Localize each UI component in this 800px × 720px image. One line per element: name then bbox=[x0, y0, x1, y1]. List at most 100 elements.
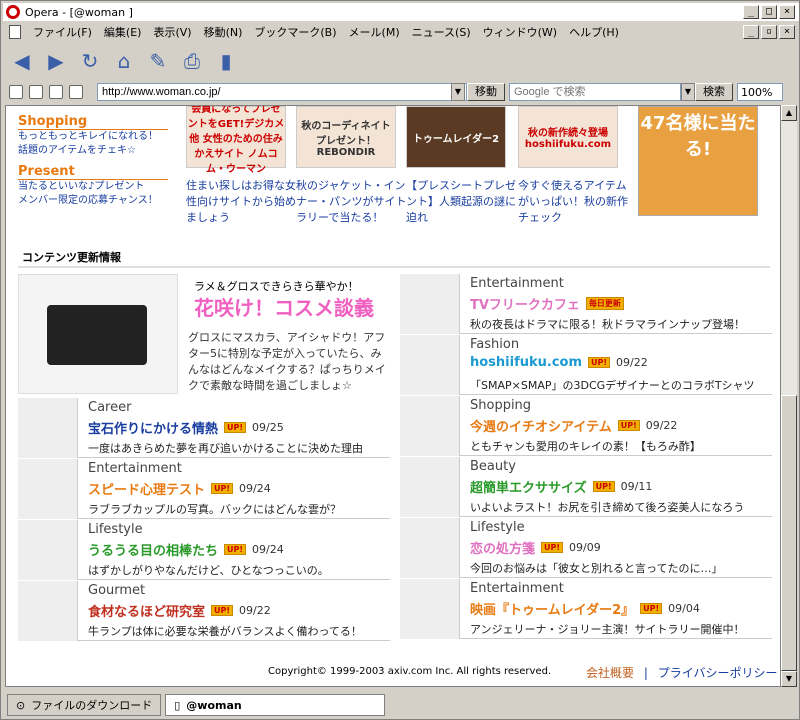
menu-edit[interactable]: 編集(E) bbox=[98, 24, 148, 40]
print-icon[interactable]: ⎙ bbox=[179, 48, 205, 74]
item-title[interactable]: TVフリークカフェ bbox=[470, 294, 580, 313]
wand-icon[interactable] bbox=[29, 85, 43, 99]
item-thumbnail[interactable] bbox=[400, 579, 460, 639]
item-title[interactable]: 食材なるほど研究室 bbox=[88, 601, 205, 620]
feature-cosme[interactable]: ラメ＆グロスできらきら華やか！ 花咲け！コスメ談義 グロスにマスカラ、アイシャド… bbox=[18, 274, 390, 394]
scroll-up-icon[interactable]: ▲ bbox=[781, 105, 797, 121]
item-description[interactable]: 今回のお悩みは「彼女と別れると言ってたのに…」 bbox=[470, 560, 722, 576]
item-description[interactable]: はずかしがりやなんだけど、ひとなつっこいの。 bbox=[88, 562, 329, 578]
back-icon[interactable]: ◀ bbox=[9, 48, 35, 74]
item-title[interactable]: 超簡単エクササイズ bbox=[470, 477, 587, 496]
item-thumbnail[interactable] bbox=[400, 335, 460, 395]
menu-news[interactable]: ニュース(S) bbox=[406, 24, 477, 40]
menu-bookmarks[interactable]: ブックマーク(B) bbox=[248, 24, 342, 40]
item-thumbnail[interactable] bbox=[18, 581, 78, 641]
maximize-button[interactable]: □ bbox=[761, 5, 777, 19]
item-thumbnail[interactable] bbox=[400, 274, 460, 334]
item-description[interactable]: ともチャンも愛用のキレイの素！【もろみ酢】 bbox=[470, 438, 701, 454]
item-title[interactable]: 恋の処方箋 bbox=[470, 538, 535, 557]
big-present-banner[interactable]: 47名様に当たる! bbox=[638, 106, 758, 216]
cosmetics-image[interactable] bbox=[18, 274, 178, 394]
info-icon[interactable] bbox=[69, 85, 83, 99]
item-thumbnail[interactable] bbox=[400, 457, 460, 517]
content-item[interactable]: Career 宝石作りにかける情熱 UP! 09/25 一度はあきらめた夢を再び追いかけ… bbox=[18, 398, 390, 458]
banner-caption-2[interactable]: 秋のジャケット・インナー・パンツがサイトラリーで当たる！ bbox=[296, 178, 408, 226]
home-icon[interactable]: ⌂ bbox=[111, 48, 137, 74]
content-item[interactable]: Entertainment TVフリークカフェ 毎日更新 秋の夜長はドラマに限る！秋ド… bbox=[400, 274, 772, 334]
item-title[interactable]: hoshiifuku.com bbox=[470, 355, 582, 370]
company-link[interactable]: 会社概要 bbox=[586, 666, 634, 680]
item-thumbnail[interactable] bbox=[400, 396, 460, 456]
shopping-line-1[interactable]: もっともっとキレイになれる！ bbox=[18, 130, 188, 144]
item-description[interactable]: アンジェリーナ・ジョリー主演！サイトラリー開催中！ bbox=[470, 621, 745, 637]
hotlist-icon[interactable]: ✎ bbox=[145, 48, 171, 74]
search-button[interactable]: 検索 bbox=[695, 83, 733, 101]
menu-mail[interactable]: メール(M) bbox=[343, 24, 406, 40]
banner-caption-4[interactable]: 今すぐ使えるアイテムがいっぱい！秋の新作チェック bbox=[518, 178, 630, 226]
content-item[interactable]: Lifestyle 恋の処方箋 UP! 09/09 今回のお悩みは「彼女と別れると言って… bbox=[400, 518, 772, 578]
banner-rebondir[interactable]: 秋のコーディネイトプレゼント！ REBONDIR bbox=[296, 106, 396, 168]
content-item[interactable]: Fashion hoshiifuku.com UP! 09/22 「SMAP×SMAP」… bbox=[400, 335, 772, 395]
content-item[interactable]: Entertainment スピード心理テスト UP! 09/24 ラブラブカップルの写… bbox=[18, 459, 390, 519]
item-description[interactable]: いよいよラスト！お尻を引き締めて後ろ姿美人になろう bbox=[470, 499, 744, 515]
banner-caption-1[interactable]: 住まい探しはお得な女性向けサイトから始めましょう bbox=[186, 178, 298, 226]
doc-close-button[interactable]: × bbox=[779, 25, 795, 39]
present-line-2[interactable]: メンバー限定の応募チャンス！ bbox=[18, 194, 188, 208]
item-thumbnail[interactable] bbox=[18, 459, 78, 519]
banner-caption-3[interactable]: 【プレスシートプレゼント】人類起源の謎に迫れ bbox=[406, 178, 518, 226]
content-item[interactable]: Shopping 今週のイチオシアイテム UP! 09/22 ともチャンも愛用のキレイの… bbox=[400, 396, 772, 456]
shopping-line-2[interactable]: 話題のアイテムをチェキ☆ bbox=[18, 144, 188, 158]
item-description[interactable]: 「SMAP×SMAP」の3DCGデザイナーとのコラボTシャツ bbox=[470, 377, 755, 393]
feature-title[interactable]: 花咲け！コスメ談義 bbox=[194, 292, 374, 321]
lock-icon[interactable] bbox=[9, 85, 23, 99]
menu-navigate[interactable]: 移動(N) bbox=[198, 24, 249, 40]
page-tab[interactable]: ▯ @woman bbox=[165, 694, 386, 716]
item-title[interactable]: 宝石作りにかける情熱 bbox=[88, 418, 218, 437]
menu-view[interactable]: 表示(V) bbox=[147, 24, 197, 40]
zoom-field[interactable]: 100% bbox=[737, 83, 783, 101]
item-title[interactable]: 映画『トゥームレイダー2』 bbox=[470, 599, 634, 618]
banner-tombraider[interactable]: トゥームレイダー2 bbox=[406, 106, 506, 168]
banner-nomcom[interactable]: 会員になってプレゼントをGET!デジカメ他 女性のための住みかえサイト ノムコム… bbox=[186, 106, 286, 175]
shopping-heading[interactable]: Shopping bbox=[18, 114, 168, 130]
doc-minimize-button[interactable]: _ bbox=[743, 25, 759, 39]
page-small-icon[interactable] bbox=[49, 85, 63, 99]
content-item[interactable]: Beauty 超簡単エクササイズ UP! 09/11 いよいよラスト！お尻を引き締めて後… bbox=[400, 457, 772, 517]
menu-help[interactable]: ヘルプ(H) bbox=[563, 24, 625, 40]
item-thumbnail[interactable] bbox=[400, 518, 460, 578]
content-item[interactable]: Gourmet 食材なるほど研究室 UP! 09/22 牛ランプは体に必要な栄養がバラン… bbox=[18, 581, 390, 641]
minimize-button[interactable]: _ bbox=[743, 5, 759, 19]
content-item[interactable]: Lifestyle うるうる目の相棒たち UP! 09/24 はずかしがりやなんだけど、… bbox=[18, 520, 390, 580]
item-description[interactable]: 一度はあきらめた夢を再び追いかけることに決めた理由 bbox=[88, 440, 363, 456]
item-title[interactable]: 今週のイチオシアイテム bbox=[470, 416, 612, 435]
privacy-link[interactable]: プライバシーポリシー bbox=[658, 666, 778, 680]
banner-hoshiifuku[interactable]: 秋の新作続々登場 hoshiifuku.com bbox=[518, 106, 618, 168]
page-icon[interactable]: ▮ bbox=[213, 48, 239, 74]
item-thumbnail[interactable] bbox=[18, 398, 78, 458]
item-thumbnail[interactable] bbox=[18, 520, 78, 580]
reload-icon[interactable]: ↻ bbox=[77, 48, 103, 74]
search-input[interactable] bbox=[509, 83, 681, 101]
item-title[interactable]: うるうる目の相棒たち bbox=[88, 540, 218, 559]
menu-file[interactable]: ファイル(F) bbox=[27, 24, 98, 40]
close-button[interactable]: × bbox=[779, 5, 795, 19]
address-input[interactable] bbox=[97, 83, 467, 101]
go-button[interactable]: 移動 bbox=[467, 83, 505, 101]
item-description[interactable]: 秋の夜長はドラマに限る！秋ドラマラインナップ登場！ bbox=[470, 316, 745, 332]
present-line-1[interactable]: 当たるといいな♪プレゼント bbox=[18, 180, 188, 194]
item-description[interactable]: 牛ランプは体に必要な栄養がバランスよく備わってる！ bbox=[88, 623, 362, 639]
item-description[interactable]: ラブラブカップルの写真。バックにはどんな雲が？ bbox=[88, 501, 341, 517]
menu-window[interactable]: ウィンドウ(W) bbox=[477, 24, 563, 40]
doc-restore-button[interactable]: ▫ bbox=[761, 25, 777, 39]
scroll-down-icon[interactable]: ▼ bbox=[781, 671, 797, 687]
present-heading[interactable]: Present bbox=[18, 164, 168, 180]
forward-icon[interactable]: ▶ bbox=[43, 48, 69, 74]
vertical-scrollbar[interactable]: ▲ ▼ bbox=[781, 105, 797, 687]
search-dropdown-icon[interactable]: ▼ bbox=[681, 83, 695, 101]
item-title[interactable]: スピード心理テスト bbox=[88, 479, 205, 498]
scroll-thumb[interactable] bbox=[781, 395, 797, 671]
content-item[interactable]: Entertainment 映画『トゥームレイダー2』 UP! 09/04 アンジェリー… bbox=[400, 579, 772, 639]
address-dropdown-icon[interactable]: ▼ bbox=[451, 83, 465, 101]
update-badge: UP! bbox=[640, 603, 663, 614]
download-tab[interactable]: ⊙ ファイルのダウンロード bbox=[7, 694, 162, 716]
